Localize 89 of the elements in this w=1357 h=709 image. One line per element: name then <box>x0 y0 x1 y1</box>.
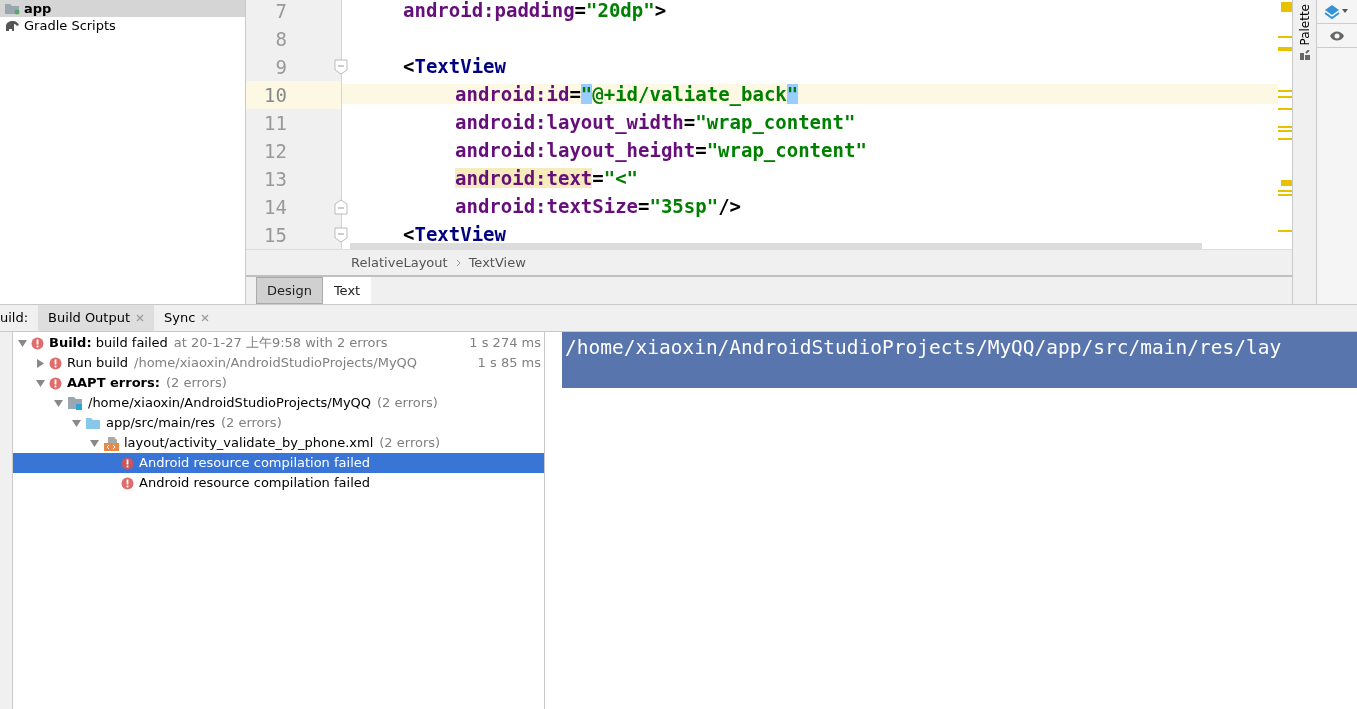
line-number: 10 <box>246 81 341 109</box>
warning-marker[interactable] <box>1281 2 1292 12</box>
fold-marker-icon[interactable] <box>334 227 348 243</box>
line-number: 14 <box>263 194 288 220</box>
warning-marker[interactable] <box>1278 108 1292 110</box>
code-line: android:layout_height="wrap_content" <box>454 140 867 160</box>
elephant-icon <box>4 19 20 32</box>
tree-row[interactable]: AAPT errors: (2 errors) <box>13 373 544 393</box>
tree-detail: (2 errors) <box>220 414 282 433</box>
error-icon <box>49 376 62 390</box>
line-number: 13 <box>263 166 288 192</box>
tree-row[interactable]: Build: build failed at 20-1-27 上午9:58 with 2 errors 1 s 274 ms <box>13 333 544 353</box>
warning-marker[interactable] <box>1278 230 1292 232</box>
warning-marker[interactable] <box>1278 138 1292 140</box>
editor-tab[interactable]: Text <box>322 277 372 304</box>
tree-label: app/src/main/res <box>106 414 215 433</box>
tree-label: Run build <box>67 354 129 373</box>
warning-marker[interactable] <box>1281 180 1292 186</box>
tree-row[interactable]: layout/activity_validate_by_phone.xml (2 errors) <box>13 433 544 453</box>
duration-text: 1 s 85 ms <box>477 354 541 373</box>
build-tab[interactable]: Sync <box>154 305 220 331</box>
tree-detail: at 20-1-27 上午9:58 with 2 errors <box>173 334 388 353</box>
panel-label: uild: <box>0 309 30 328</box>
warning-marker[interactable] <box>1278 190 1292 192</box>
error-icon <box>49 356 62 370</box>
folder-icon <box>4 2 20 15</box>
tree-detail: (2 errors) <box>165 374 227 393</box>
expanded-arrow-icon[interactable] <box>35 379 45 387</box>
line-number: 9 <box>274 54 288 80</box>
collapsed-arrow-icon[interactable] <box>36 358 44 368</box>
error-icon <box>121 476 134 490</box>
line-number: 8 <box>274 26 288 52</box>
line-number: 15 <box>263 222 288 248</box>
eye-icon[interactable] <box>1329 29 1345 42</box>
line-number: 12 <box>263 138 288 164</box>
duration-text: 1 s 274 ms <box>469 334 541 353</box>
warning-marker[interactable] <box>1278 36 1292 38</box>
code-line: android:textSize="35sp"/> <box>454 196 741 216</box>
code-line: <TextView <box>402 224 506 244</box>
close-icon[interactable] <box>201 314 210 322</box>
project-folder-icon <box>67 396 83 410</box>
fold-marker-icon[interactable] <box>334 59 348 75</box>
tree-label: /home/xiaoxin/AndroidStudioProjects/MyQQ <box>88 394 372 413</box>
code-line: android:layout_width="wrap_content" <box>454 112 856 132</box>
project-item[interactable]: Gradle Scripts <box>0 17 245 34</box>
horizontal-scrollbar[interactable] <box>350 243 1202 250</box>
code-line: android:padding="20dp"> <box>402 0 667 20</box>
code-line: android:text="<" <box>454 168 639 188</box>
expanded-arrow-icon[interactable] <box>17 339 27 347</box>
xml-file-icon <box>103 435 119 451</box>
warning-marker[interactable] <box>1278 90 1292 92</box>
folder-icon <box>85 416 101 430</box>
build-tab[interactable]: Build Output <box>38 305 155 331</box>
warning-marker[interactable] <box>1278 130 1292 132</box>
tree-row[interactable]: Android resource compilation failed <box>13 453 544 473</box>
tree-row[interactable]: Android resource compilation failed <box>13 473 544 493</box>
warning-marker[interactable] <box>1278 194 1292 196</box>
code-line: <TextView <box>402 56 506 76</box>
tree-label: Android resource compilation failed <box>139 474 370 493</box>
error-icon <box>121 456 134 470</box>
tree-detail: (2 errors) <box>377 394 438 413</box>
expanded-arrow-icon[interactable] <box>53 399 63 407</box>
tree-row[interactable]: /home/xiaoxin/AndroidStudioProjects/MyQQ (2 errors) <box>13 393 544 413</box>
tree-label: Build: build failed <box>49 334 168 353</box>
fold-marker-icon[interactable] <box>334 199 348 215</box>
error-icon <box>31 336 44 350</box>
line-number: 11 <box>263 110 288 136</box>
expanded-arrow-icon[interactable] <box>89 439 99 447</box>
console-output: /home/xiaoxin/AndroidStudioProjects/MyQQ/app/src/main/res/lay <box>562 332 1357 388</box>
project-item[interactable]: app <box>0 0 245 17</box>
palette-icon <box>1299 49 1310 60</box>
tree-detail: /home/xiaoxin/AndroidStudioProjects/MyQQ <box>134 354 418 373</box>
tree-label: Android resource compilation failed <box>139 454 370 473</box>
expanded-arrow-icon[interactable] <box>71 419 81 427</box>
tree-row[interactable]: app/src/main/res (2 errors) <box>13 413 544 433</box>
tree-detail: (2 errors) <box>379 434 441 453</box>
warning-marker[interactable] <box>1278 96 1292 98</box>
breadcrumb-item[interactable]: TextView <box>468 252 526 273</box>
layers-icon[interactable] <box>1324 3 1350 20</box>
chevron-icon <box>455 258 461 267</box>
tree-row[interactable]: Run build /home/xiaoxin/AndroidStudioProjects/MyQQ 1 s 85 ms <box>13 353 544 373</box>
close-icon[interactable] <box>136 314 145 322</box>
tree-label: layout/activity_validate_by_phone.xml <box>124 434 374 453</box>
line-number: 7 <box>274 0 288 24</box>
warning-marker[interactable] <box>1278 126 1292 128</box>
palette-tab[interactable]: Palette <box>1295 4 1314 46</box>
editor-tab[interactable]: Design <box>256 277 323 304</box>
breadcrumb-item[interactable]: RelativeLayout <box>351 252 448 273</box>
tree-label: AAPT errors: <box>67 374 160 393</box>
